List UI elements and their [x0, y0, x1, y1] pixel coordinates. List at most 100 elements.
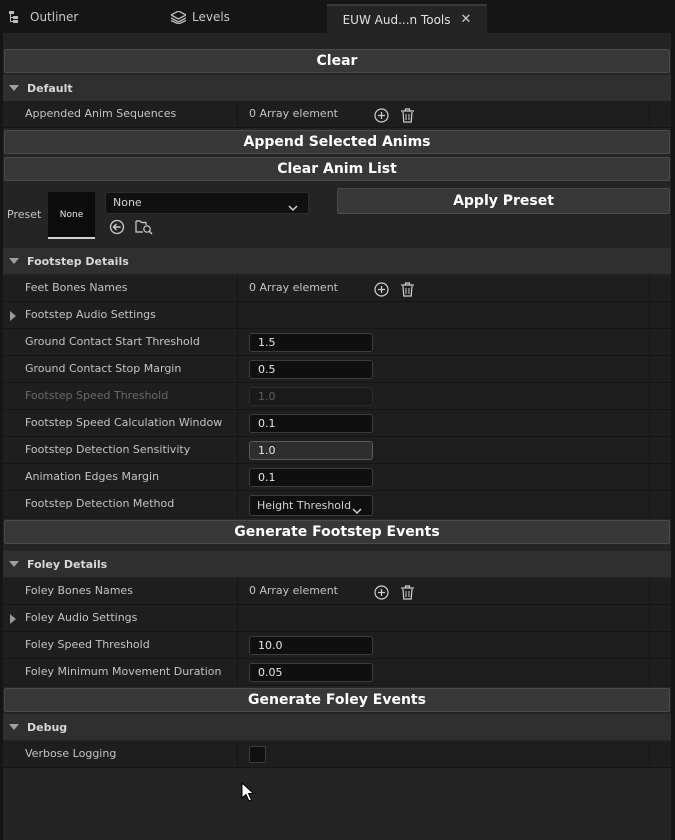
footstep-detection-sensitivity-label: Footstep Detection Sensitivity [25, 443, 191, 456]
column-divider[interactable] [237, 302, 238, 328]
use-selected-arrow-icon[interactable] [109, 219, 125, 235]
column-divider-right [649, 464, 650, 490]
column-divider[interactable] [237, 329, 238, 355]
column-divider-right [649, 101, 650, 127]
foley-min-duration-input[interactable]: 0.05 [249, 663, 373, 682]
column-divider-right [649, 329, 650, 355]
clear-button[interactable]: Clear [4, 49, 670, 73]
row-feet-bones-names: Feet Bones Names 0 Array element [3, 275, 671, 302]
row-foley-audio-settings[interactable]: Foley Audio Settings [3, 605, 671, 632]
tab-levels-label: Levels [192, 10, 230, 24]
generate-foley-events-button[interactable]: Generate Foley Events [4, 688, 670, 712]
row-foley-speed-threshold: Foley Speed Threshold 10.0 [3, 632, 671, 659]
foley-min-duration-label: Foley Minimum Movement Duration [25, 665, 222, 678]
section-footstep-details[interactable]: Footstep Details [3, 248, 671, 274]
column-divider[interactable] [237, 659, 238, 685]
ground-contact-start-label: Ground Contact Start Threshold [25, 335, 200, 348]
tab-euw-audio-tools[interactable]: EUW Aud...n Tools ✕ [327, 4, 487, 33]
section-foley-title: Foley Details [27, 557, 108, 571]
footstep-speed-window-input[interactable]: 0.1 [249, 414, 373, 433]
browse-folder-icon[interactable] [135, 219, 153, 235]
row-footstep-speed-window: Footstep Speed Calculation Window 0.1 [3, 410, 671, 437]
ground-contact-start-input[interactable]: 1.5 [249, 333, 373, 352]
animation-edges-margin-input[interactable]: 0.1 [249, 468, 373, 487]
apply-preset-button[interactable]: Apply Preset [337, 188, 670, 214]
column-divider[interactable] [237, 741, 238, 767]
foley-bones-names-label: Foley Bones Names [25, 584, 133, 597]
section-debug[interactable]: Debug [3, 714, 671, 740]
add-element-icon[interactable] [373, 584, 389, 600]
tab-outliner[interactable]: Outliner [8, 3, 78, 31]
column-divider[interactable] [237, 464, 238, 490]
foley-audio-settings-label: Foley Audio Settings [25, 611, 138, 624]
column-divider[interactable] [237, 383, 238, 409]
row-footstep-detection-sensitivity: Footstep Detection Sensitivity 1.0 [3, 437, 671, 464]
append-selected-anims-button[interactable]: Append Selected Anims [4, 130, 670, 154]
column-divider-right [649, 437, 650, 463]
preset-thumbnail[interactable]: None [48, 192, 95, 239]
foley-speed-threshold-input[interactable]: 10.0 [249, 636, 373, 655]
column-divider-right [649, 605, 650, 631]
preset-thumbnail-text: None [59, 209, 84, 220]
section-footstep-title: Footstep Details [27, 254, 129, 268]
feet-bones-names-label: Feet Bones Names [25, 281, 128, 294]
column-divider-right [649, 383, 650, 409]
expand-arrow-icon[interactable] [10, 614, 16, 624]
details-panel: Clear Default Appended Anim Sequences 0 … [3, 33, 671, 840]
expand-arrow-icon[interactable] [10, 311, 16, 321]
footstep-detection-method-dropdown[interactable]: Height Threshold [249, 495, 373, 516]
preset-row: Preset None None Apply Preset [3, 183, 671, 245]
column-divider[interactable] [237, 101, 238, 127]
column-divider[interactable] [237, 632, 238, 658]
row-ground-contact-stop: Ground Contact Stop Margin 0.5 [3, 356, 671, 383]
column-divider[interactable] [237, 578, 238, 604]
appended-anim-sequences-label: Appended Anim Sequences [25, 107, 177, 120]
verbose-logging-checkbox[interactable] [249, 746, 266, 763]
levels-icon [170, 10, 186, 24]
column-divider[interactable] [237, 410, 238, 436]
row-footstep-detection-method: Footstep Detection Method Height Thresho… [3, 491, 671, 518]
row-appended-anim-sequences: Appended Anim Sequences 0 Array element [3, 101, 671, 128]
row-foley-min-duration: Foley Minimum Movement Duration 0.05 [3, 659, 671, 686]
collapse-arrow-icon [9, 258, 19, 264]
foley-speed-threshold-label: Foley Speed Threshold [25, 638, 150, 651]
column-divider-right [649, 491, 650, 517]
footstep-detection-sensitivity-input[interactable]: 1.0 [249, 441, 373, 460]
generate-footstep-events-button[interactable]: Generate Footstep Events [4, 520, 670, 544]
footstep-detection-method-label: Footstep Detection Method [25, 497, 175, 510]
ground-contact-stop-input[interactable]: 0.5 [249, 360, 373, 379]
trash-icon[interactable] [399, 107, 415, 123]
collapse-arrow-icon [9, 85, 19, 91]
footstep-audio-settings-label: Footstep Audio Settings [25, 308, 156, 321]
section-default-title: Default [27, 81, 73, 95]
column-divider-right [649, 410, 650, 436]
trash-icon[interactable] [399, 584, 415, 600]
section-default[interactable]: Default [3, 75, 671, 101]
appended-anim-sequences-value: 0 Array element [249, 107, 338, 120]
column-divider[interactable] [237, 275, 238, 301]
row-ground-contact-start: Ground Contact Start Threshold 1.5 [3, 329, 671, 356]
row-footstep-audio-settings[interactable]: Footstep Audio Settings [3, 302, 671, 329]
add-element-icon[interactable] [373, 281, 389, 297]
close-icon[interactable]: ✕ [461, 12, 472, 27]
column-divider-right [649, 578, 650, 604]
column-divider[interactable] [237, 605, 238, 631]
footstep-speed-threshold-label: Footstep Speed Threshold [25, 389, 169, 402]
add-element-icon[interactable] [373, 107, 389, 123]
trash-icon[interactable] [399, 281, 415, 297]
row-footstep-speed-threshold: Footstep Speed Threshold 1.0 [3, 383, 671, 410]
tab-outliner-label: Outliner [30, 10, 79, 24]
column-divider-right [649, 659, 650, 685]
clear-anim-list-button[interactable]: Clear Anim List [4, 157, 670, 181]
column-divider-right [649, 632, 650, 658]
footstep-detection-method-value: Height Threshold [257, 499, 352, 512]
column-divider[interactable] [237, 356, 238, 382]
column-divider[interactable] [237, 491, 238, 517]
section-foley-details[interactable]: Foley Details [3, 551, 671, 577]
column-divider[interactable] [237, 437, 238, 463]
preset-dropdown[interactable]: None [105, 192, 309, 214]
footstep-speed-threshold-input: 1.0 [249, 387, 373, 406]
row-animation-edges-margin: Animation Edges Margin 0.1 [3, 464, 671, 491]
column-divider-right [649, 741, 650, 767]
tab-levels[interactable]: Levels [170, 3, 230, 31]
